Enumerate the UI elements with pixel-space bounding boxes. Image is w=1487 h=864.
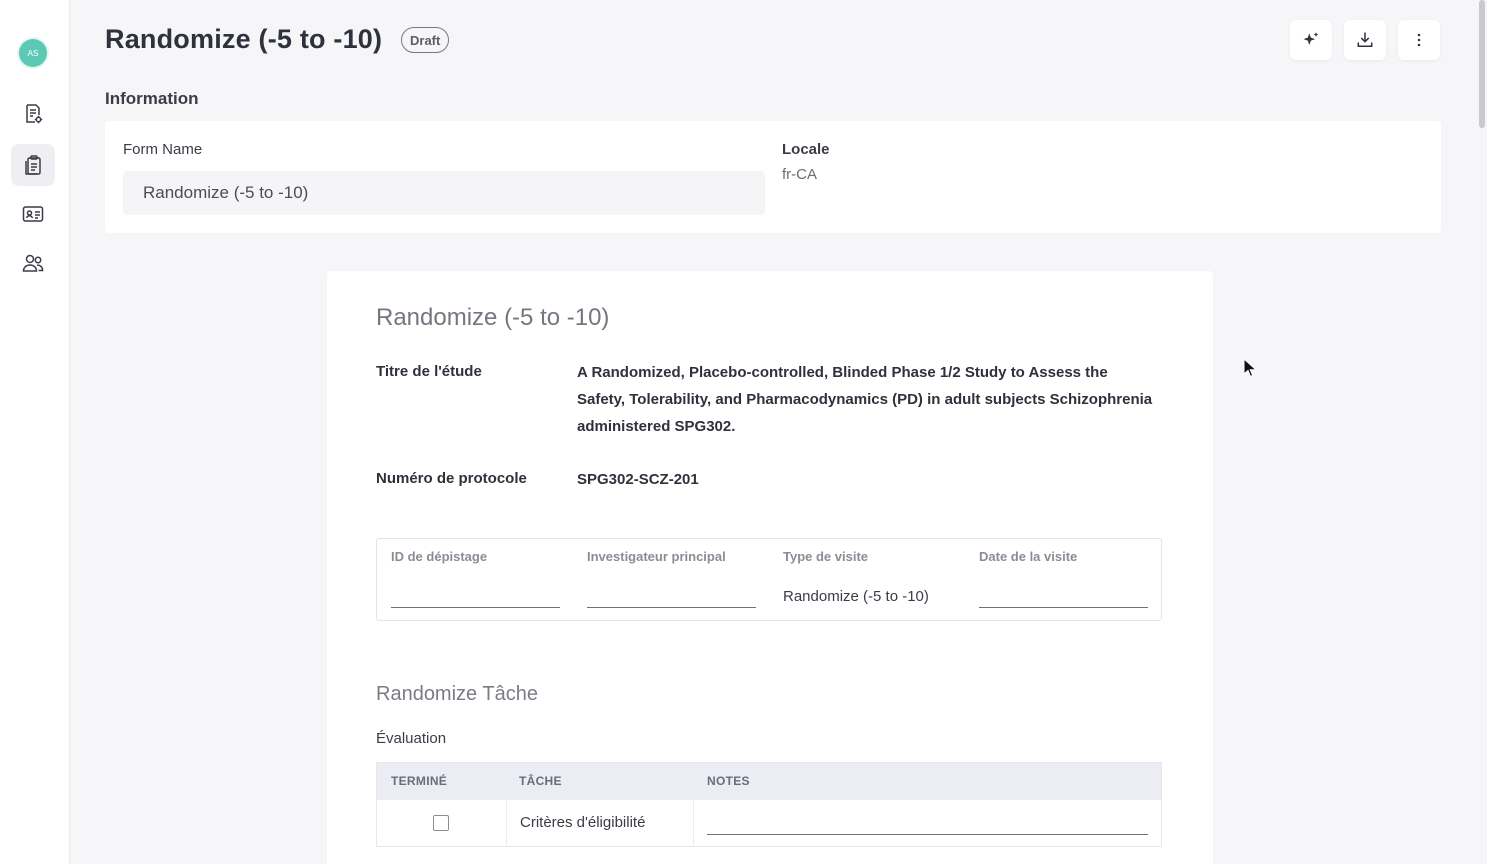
task-section-title: Randomize Tâche xyxy=(376,683,538,705)
scrollbar-thumb[interactable] xyxy=(1479,0,1485,128)
sidebar-item-forms[interactable] xyxy=(11,144,55,186)
locale-label: Locale xyxy=(782,141,830,158)
preview-title: Randomize (-5 to -10) xyxy=(376,304,610,331)
study-title-label: Titre de l'étude xyxy=(376,363,482,380)
form-name-label: Form Name xyxy=(123,141,203,158)
sidebar-item-contacts[interactable] xyxy=(11,193,55,235)
visit-date-field[interactable]: Date de la visite xyxy=(979,539,1149,622)
header-task: TÂCHE xyxy=(519,774,562,788)
evaluation-label: Évaluation xyxy=(376,730,447,747)
clipboard-icon xyxy=(25,155,41,175)
investigator-line xyxy=(587,607,756,608)
form-preview: Randomize (-5 to -10) Titre de l'étude A… xyxy=(327,271,1213,864)
visit-type-value: Randomize (-5 to -10) xyxy=(783,588,929,605)
sidebar-item-forms-settings[interactable] xyxy=(11,93,55,135)
investigator-field[interactable]: Investigateur principal xyxy=(587,539,757,622)
sidebar: AS xyxy=(0,0,70,864)
document-settings-icon xyxy=(26,104,43,124)
table-header: TERMINÉ TÂCHE NOTES xyxy=(377,763,1161,800)
visit-type-label: Type de visite xyxy=(783,549,869,564)
more-options-button[interactable] xyxy=(1398,20,1440,60)
mouse-cursor-icon xyxy=(1243,358,1257,378)
cell-divider xyxy=(506,800,507,846)
table-row: Critères d'éligibilité xyxy=(377,800,1161,846)
page-title: Randomize (-5 to -10) xyxy=(105,24,383,54)
avatar[interactable]: AS xyxy=(19,39,47,67)
visit-date-line xyxy=(979,607,1148,608)
status-badge: Draft xyxy=(401,27,450,53)
protocol-value: SPG302-SCZ-201 xyxy=(577,471,699,488)
study-title-value: A Randomized, Placebo-controlled, Blinde… xyxy=(577,364,1153,435)
information-card: Form Name Locale fr-CA xyxy=(105,121,1441,233)
ai-assist-button[interactable] xyxy=(1290,20,1332,60)
download-icon xyxy=(1357,32,1373,47)
visit-type-field: Type de visite Randomize (-5 to -10) xyxy=(783,539,953,622)
header-notes: NOTES xyxy=(707,774,750,788)
screening-id-label: ID de dépistage xyxy=(391,549,488,564)
header-done: TERMINÉ xyxy=(391,774,448,788)
task-name: Critères d'éligibilité xyxy=(520,814,646,831)
scrollbar[interactable] xyxy=(1477,0,1487,864)
information-section-title: Information xyxy=(105,89,199,108)
locale-value: fr-CA xyxy=(782,166,817,183)
form-name-input[interactable] xyxy=(123,171,765,215)
done-checkbox[interactable] xyxy=(433,815,449,831)
more-vertical-icon xyxy=(1417,33,1421,47)
task-table: TERMINÉ TÂCHE NOTES Critères d'éligibili… xyxy=(376,762,1162,847)
id-card-icon xyxy=(22,206,44,222)
sidebar-item-users[interactable] xyxy=(11,242,55,284)
notes-field[interactable] xyxy=(707,834,1148,835)
sparkle-icon xyxy=(1303,32,1319,45)
screening-id-field[interactable]: ID de dépistage xyxy=(391,539,561,622)
visit-info-box: ID de dépistage Investigateur principal … xyxy=(376,538,1162,621)
investigator-label: Investigateur principal xyxy=(587,549,726,564)
screening-id-line xyxy=(391,607,560,608)
cell-divider xyxy=(693,800,694,846)
download-button[interactable] xyxy=(1344,20,1386,60)
users-icon xyxy=(22,254,44,272)
visit-date-label: Date de la visite xyxy=(979,549,1078,564)
protocol-label: Numéro de protocole xyxy=(376,470,527,487)
